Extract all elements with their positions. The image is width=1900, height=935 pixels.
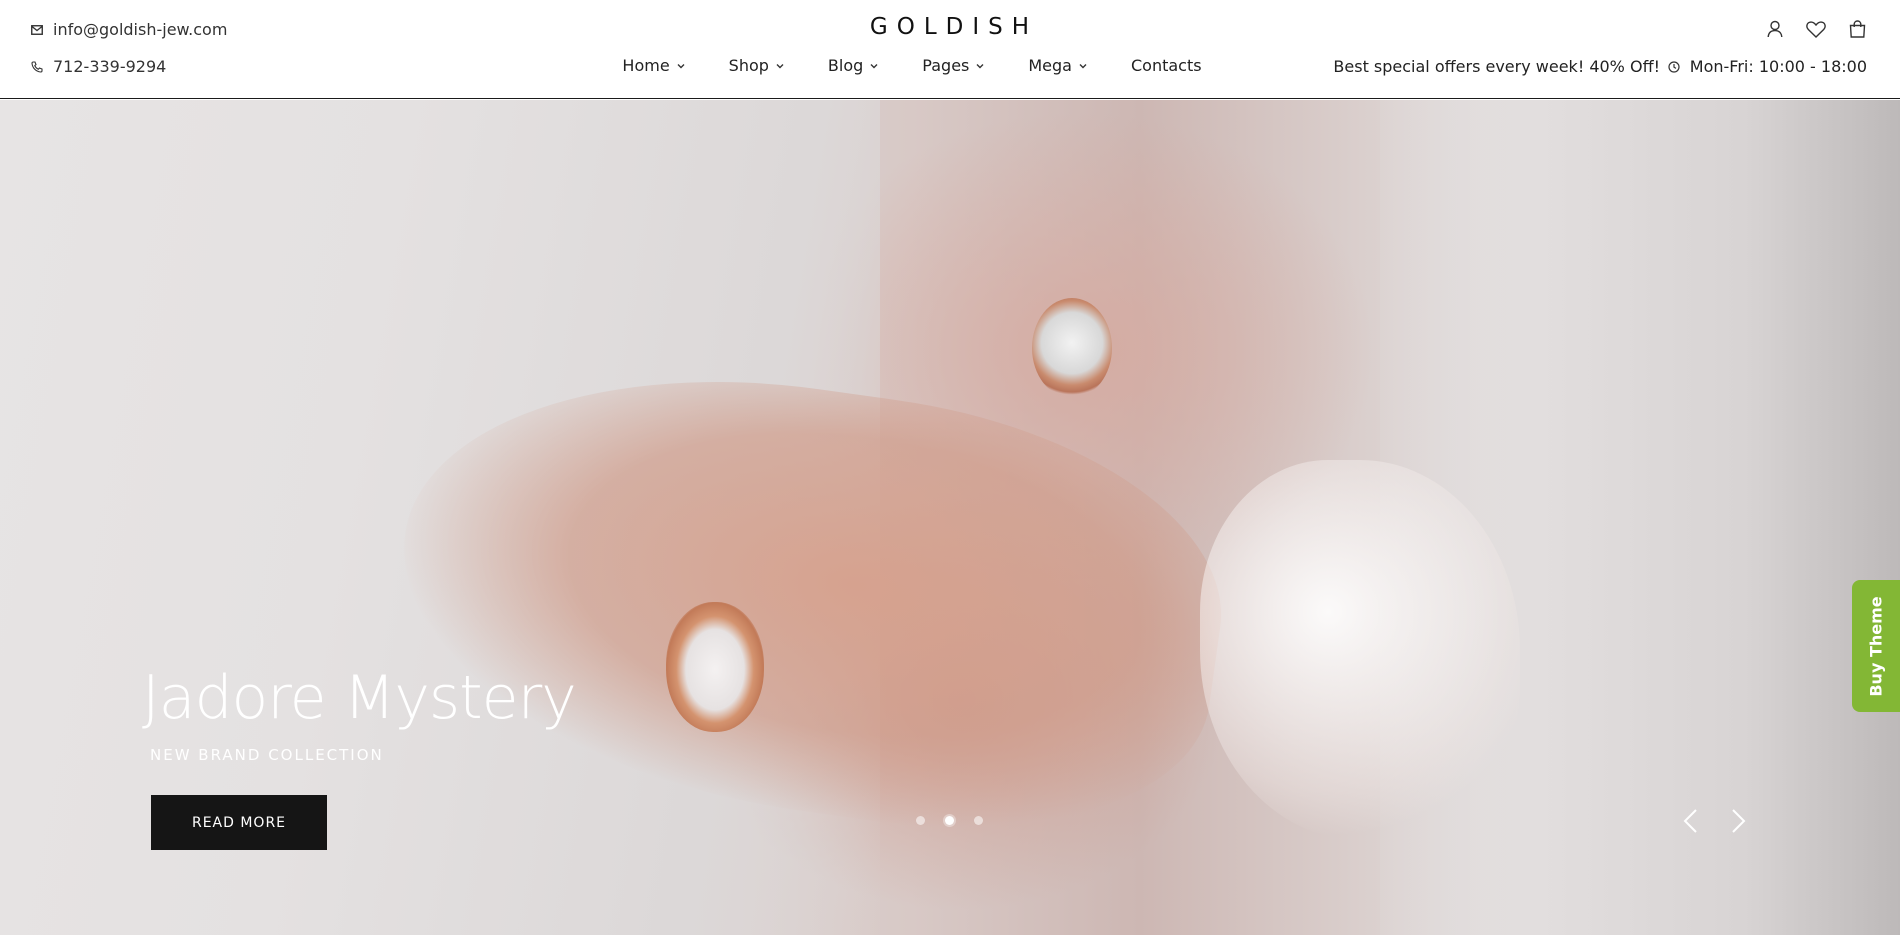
hero-image-lace [1200,460,1520,840]
buy-theme-tab[interactable]: Buy Theme [1852,580,1900,712]
nav-item-pages[interactable]: Pages [922,56,984,75]
opening-hours: Mon-Fri: 10:00 - 18:00 [1668,57,1867,76]
bag-icon[interactable] [1847,19,1867,39]
hero-subtitle: NEW BRAND COLLECTION [150,746,384,764]
chevron-down-icon [870,62,878,70]
chevron-down-icon [1079,62,1087,70]
nav-item-label: Shop [728,56,769,75]
hero-image-ring [666,602,764,732]
buy-theme-label: Buy Theme [1866,595,1886,697]
user-icon[interactable] [1765,19,1785,39]
chevron-down-icon [776,62,784,70]
slider-prev-arrow-icon[interactable] [1678,806,1702,836]
nav-item-blog[interactable]: Blog [828,56,878,75]
promo-text: Best special offers every week! 40% Off! [1333,57,1660,76]
hours-text: Mon-Fri: 10:00 - 18:00 [1689,57,1867,76]
slider-dot-1[interactable] [916,816,925,825]
chevron-down-icon [976,62,984,70]
hero-image-necklace-pendant [1032,298,1112,398]
hero-title: Jadore Mystery [142,663,577,733]
slider-dot-2[interactable] [945,816,954,825]
nav-item-label: Home [622,56,670,75]
nav-item-label: Blog [827,56,864,75]
chevron-down-icon [677,62,685,70]
slider-pagination [916,816,983,825]
site-logo[interactable]: GOLDISH [0,14,1900,40]
nav-item-label: Pages [922,56,970,75]
site-header: info@goldish-jew.com 712-339-9294 GOLDIS… [0,0,1900,99]
nav-item-mega[interactable]: Mega [1028,56,1087,75]
slider-dot-3[interactable] [974,816,983,825]
slider-next-arrow-icon[interactable] [1727,806,1751,836]
clock-icon [1668,60,1680,73]
nav-item-shop[interactable]: Shop [729,56,784,75]
heart-icon[interactable] [1806,19,1826,39]
nav-item-home[interactable]: Home [622,56,685,75]
nav-item-label: Mega [1028,56,1072,75]
read-more-button[interactable]: READ MORE [151,795,327,850]
nav-item-contacts[interactable]: Contacts [1131,56,1202,75]
hero-slider[interactable]: Jadore Mystery NEW BRAND COLLECTION READ… [0,100,1900,935]
nav-item-label: Contacts [1130,56,1202,75]
header-actions [1765,19,1867,39]
